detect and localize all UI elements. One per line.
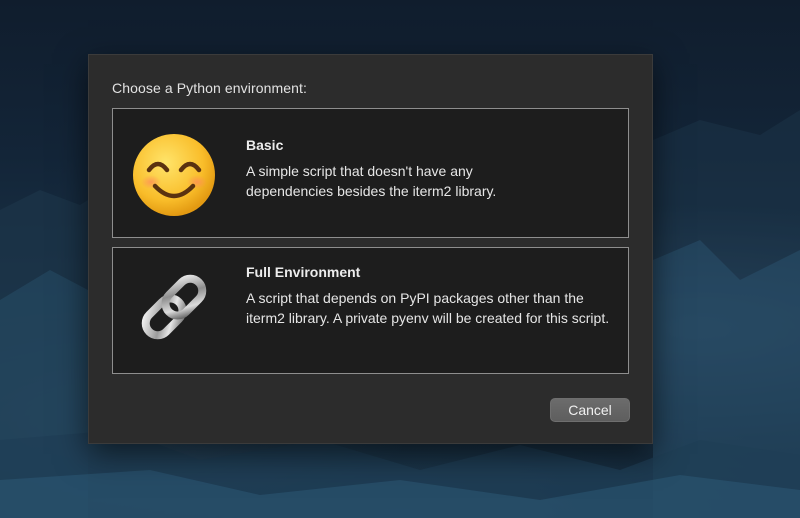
option-title: Basic: [246, 137, 284, 153]
choose-environment-dialog: Choose a Python environment: Basic A sim…: [88, 54, 653, 444]
option-description: A simple script that doesn't have any de…: [246, 163, 497, 199]
dialog-prompt: Choose a Python environment:: [112, 80, 308, 96]
option-full-environment[interactable]: Full Environment A script that depends o…: [112, 247, 629, 374]
chain-link-icon: [141, 274, 207, 340]
cancel-button[interactable]: Cancel: [550, 398, 630, 422]
option-basic[interactable]: Basic A simple script that doesn't have …: [112, 108, 629, 238]
smiling-face-icon: [133, 134, 215, 216]
option-title: Full Environment: [246, 264, 361, 280]
option-description: A script that depends on PyPI packages o…: [246, 290, 610, 326]
